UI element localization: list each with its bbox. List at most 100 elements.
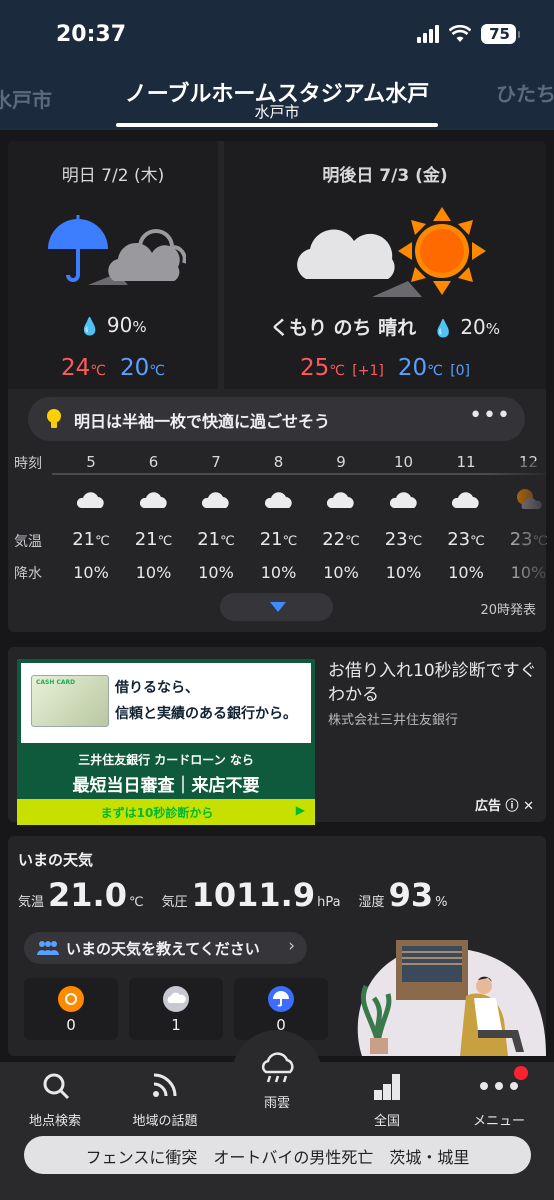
more-icon[interactable]: ••• xyxy=(469,403,511,428)
hour-column: 7 21℃ 10% xyxy=(185,449,247,582)
hour-time: 5 xyxy=(86,453,96,471)
sun-icon xyxy=(58,986,84,1012)
time-label: 時刻 xyxy=(14,456,42,472)
news-ticker[interactable]: フェンスに衝突 オートバイの男性死亡 茨城・城里 xyxy=(24,1136,531,1174)
forecast-tomorrow[interactable]: 明日 7/2 (木) 💧 90% 24℃ 20℃ xyxy=(8,141,218,389)
hour-time: 8 xyxy=(273,453,284,471)
more-icon xyxy=(480,1082,518,1090)
cloud-icon xyxy=(327,492,354,508)
temps: 25℃ [+1] 20℃ [0] xyxy=(224,355,546,381)
cloud-icon xyxy=(139,492,167,508)
high-temp: 24℃ xyxy=(60,355,106,381)
section-title: いまの天気 xyxy=(18,851,94,869)
cloud-icon xyxy=(264,492,292,508)
humidity-value: 93 xyxy=(388,876,434,914)
hour-column: 8 21℃ 10% xyxy=(248,449,310,582)
temperature-value: 21.0 xyxy=(48,876,127,914)
hour-rain-chance: 10% xyxy=(135,563,172,582)
hour-temp: 23℃ xyxy=(447,529,485,550)
hour-time: 6 xyxy=(148,453,159,471)
report-weather-button[interactable]: いまの天気を教えてください › xyxy=(24,932,307,964)
hour-column: 9 22℃ 10% xyxy=(310,449,372,582)
hour-temp: 22℃ xyxy=(322,529,360,550)
rain-label: 降水 xyxy=(14,566,42,582)
rain-chance: 💧 20% xyxy=(432,315,501,339)
forecast-day-after[interactable]: 明後日 7/3 (金) くもり のち 晴れ 💧 20% 25℃ [+1] 20℃… xyxy=(224,141,546,389)
rss-icon xyxy=(153,1073,177,1097)
day-title: 明後日 7/3 (金) xyxy=(322,166,448,186)
play-icon: ▶ xyxy=(295,803,305,817)
tip-text: 明日は半袖一枚で快適に過ごせそう xyxy=(74,412,331,431)
cloud-icon xyxy=(163,986,189,1012)
illustration-person-reading xyxy=(357,940,546,1056)
temps: 24℃ 20℃ xyxy=(8,355,218,381)
tab-menu[interactable]: メニュー xyxy=(444,1062,554,1134)
rain-chance: 💧 90% xyxy=(79,313,147,337)
wifi-icon xyxy=(449,25,472,42)
hour-temp: 21℃ xyxy=(72,529,110,550)
bar-chart-icon xyxy=(374,1074,400,1100)
rain-cloud-icon xyxy=(261,1052,294,1083)
hour-temp: 23℃ xyxy=(384,529,423,550)
ad-banner[interactable]: CASH CARD 借りるなら、 信頼と実績のある銀行から。 三井住友銀行 カー… xyxy=(8,647,546,825)
tab-local-topics[interactable]: 地域の話題 xyxy=(110,1062,220,1134)
tab-rain-radar[interactable]: 雨雲 xyxy=(232,1030,322,1120)
people-icon xyxy=(37,941,59,955)
hour-rain-chance: 10% xyxy=(260,563,297,582)
location-header: 20:37 75 水戸市 ノーブルホームスタジアム水戸 水戸市 ひたち xyxy=(0,0,554,130)
ad-label[interactable]: 広告 ⓘ ✕ xyxy=(475,795,534,814)
ad-cta[interactable]: まずは10秒診断から ▶ xyxy=(17,799,315,825)
hour-time: 7 xyxy=(211,453,221,471)
current-weather: いまの天気 気温 21.0 ℃ 気圧 1011.9 hPa 湿度 93% いまの天気を教え… xyxy=(8,836,546,1056)
issued-time: 20時発表 xyxy=(480,603,536,618)
tab-nationwide[interactable]: 全国 xyxy=(332,1062,442,1134)
ad-headline[interactable]: お借り入れ10秒診断ですぐわかる xyxy=(328,659,540,707)
hour-column: 11 23℃ 10% xyxy=(435,449,497,582)
temp-label: 気温 xyxy=(14,534,42,550)
close-icon[interactable]: ✕ xyxy=(523,799,534,814)
notification-badge xyxy=(514,1066,528,1080)
cloud-icon xyxy=(452,492,479,508)
vote-cloudy[interactable]: 1 xyxy=(129,978,223,1040)
raindrop-icon: 💧 xyxy=(432,319,454,339)
low-temp: 20℃ [0] xyxy=(397,355,471,381)
cloud-icon xyxy=(202,492,229,508)
ad-sponsor: 株式会社三井住友銀行 xyxy=(328,713,459,728)
signal-icon xyxy=(417,25,440,43)
forecast-card: 明日 7/2 (木) 💧 90% 24℃ 20℃ 明後日 7/3 (金) くもり… xyxy=(8,141,547,632)
low-temp: 20℃ xyxy=(120,355,166,381)
chevron-right-icon: › xyxy=(288,936,295,956)
expand-button[interactable] xyxy=(220,593,333,621)
location-indicator xyxy=(116,123,438,127)
hour-rain-chance: 10% xyxy=(385,563,422,582)
info-icon[interactable]: ⓘ xyxy=(506,799,519,814)
weather-text: くもり のち 晴れ xyxy=(269,317,417,339)
cloud-icon xyxy=(389,492,417,508)
vote-sunny[interactable]: 0 xyxy=(24,978,118,1040)
cash-card-image: CASH CARD xyxy=(31,675,109,727)
search-icon xyxy=(43,1073,70,1100)
lightbulb-icon xyxy=(47,409,61,428)
daily-tip[interactable]: 明日は半袖一枚で快適に過ごせそう ••• xyxy=(28,397,525,441)
umbrella-to-cloud-icon xyxy=(48,215,186,285)
status-icons: 75 xyxy=(417,24,520,44)
hour-temp: 21℃ xyxy=(259,529,298,550)
next-location[interactable]: ひたち xyxy=(496,78,554,107)
high-temp: 25℃ [+1] xyxy=(299,355,384,381)
hour-rain-chance: 10% xyxy=(448,563,484,582)
hour-rain-chance: 10% xyxy=(323,563,359,582)
status-time: 20:37 xyxy=(56,22,127,47)
current-readings: 気温 21.0 ℃ 気圧 1011.9 hPa 湿度 93% xyxy=(18,876,448,914)
location-subtitle: 水戸市 xyxy=(254,103,300,121)
hour-time: 9 xyxy=(336,453,346,471)
cloud-to-sun-icon xyxy=(297,207,486,297)
hour-temp: 21℃ xyxy=(134,529,173,550)
pressure-value: 1011.9 xyxy=(191,876,316,914)
hour-column: 10 23℃ 10% xyxy=(373,449,435,582)
ad-image[interactable]: CASH CARD 借りるなら、 信頼と実績のある銀行から。 三井住友銀行 カー… xyxy=(17,659,315,825)
tab-search[interactable]: 地点検索 xyxy=(0,1062,110,1134)
hour-rain-chance: 10% xyxy=(73,563,109,582)
battery-indicator: 75 xyxy=(481,24,520,44)
hourly-forecast[interactable]: 時刻 気温 降水 5 21℃ 10% 6 21℃ 10% 7 21℃ 10% 8 21℃ 10% 9 22… xyxy=(8,449,547,582)
chevron-down-icon xyxy=(270,602,286,612)
